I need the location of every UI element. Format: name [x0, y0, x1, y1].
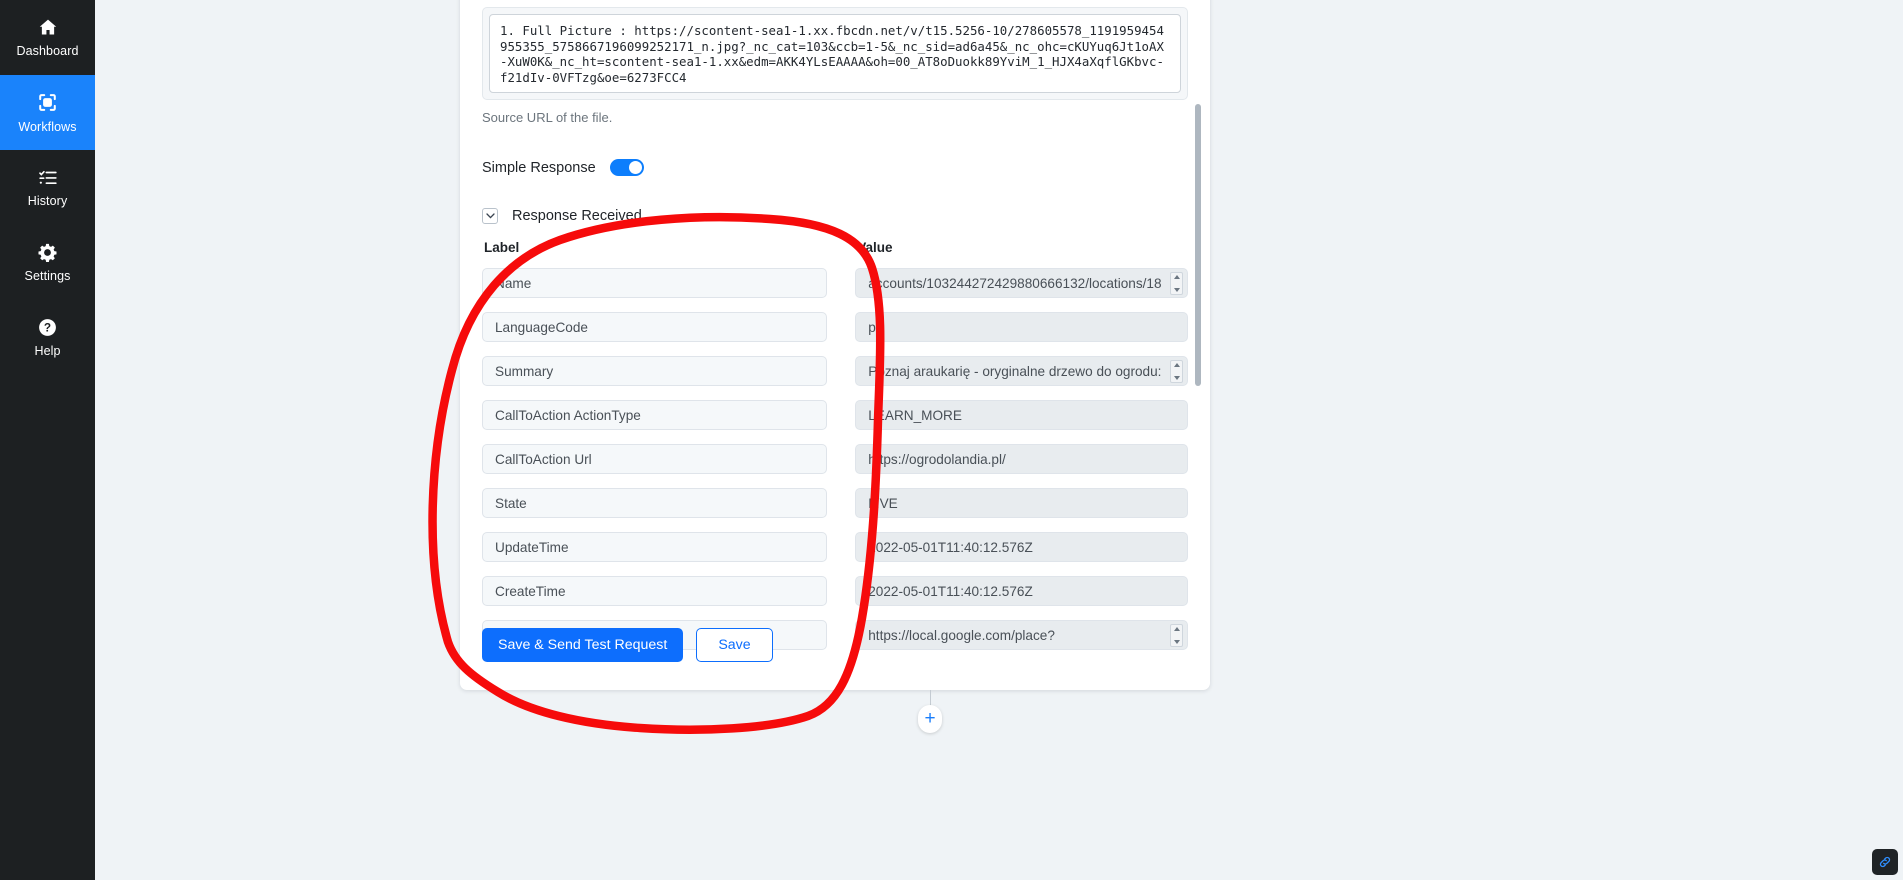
workflow-canvas[interactable]: Media Source URL(Required) 1. Full Pictu… — [95, 0, 1903, 880]
link-icon[interactable] — [1872, 849, 1898, 875]
value-cell[interactable]: LEARN_MORE — [855, 400, 1188, 430]
sidebar-item-settings[interactable]: Settings — [0, 225, 95, 300]
save-button[interactable]: Save — [696, 627, 773, 662]
response-table-scrollbar[interactable] — [1195, 104, 1201, 386]
sidebar-item-label: Settings — [24, 269, 71, 283]
chevron-down-icon[interactable] — [482, 208, 498, 224]
sidebar-item-dashboard[interactable]: Dashboard — [0, 0, 95, 75]
media-source-url-input[interactable]: 1. Full Picture : https://scontent-sea1-… — [489, 14, 1181, 93]
app-root: Media Source URL(Required) 1. Full Pictu… — [0, 0, 1903, 880]
value-cell-text: https://local.google.com/place? — [868, 627, 1055, 643]
value-cell-text: https://ogrodolandia.pl/ — [868, 451, 1006, 467]
sidebar-item-label: History — [27, 193, 68, 208]
value-cell-text: 2022-05-01T11:40:12.576Z — [868, 539, 1033, 555]
gear-icon — [37, 242, 58, 263]
column-spacer — [827, 240, 855, 664]
value-cell-text: Poznaj araukarię - oryginalne drzewo do … — [868, 363, 1162, 379]
sidebar-item-label: Dashboard — [16, 44, 79, 58]
node-actions: Save & Send Test Request Save — [482, 627, 773, 662]
value-cell[interactable]: LIVE — [855, 488, 1188, 518]
value-cell[interactable]: https://local.google.com/place? — [855, 620, 1188, 650]
toggle-knob — [628, 161, 642, 174]
simple-response-toggle[interactable] — [609, 159, 644, 176]
label-cell[interactable]: Name — [482, 268, 828, 298]
node-card: Media Source URL(Required) 1. Full Pictu… — [460, 0, 1210, 690]
sidebar-item-history[interactable]: History — [0, 150, 95, 225]
value-column-header: Value — [857, 240, 893, 255]
home-icon — [37, 17, 59, 38]
help-icon: ? — [37, 317, 58, 338]
save-and-send-test-request-button[interactable]: Save & Send Test Request — [482, 627, 684, 662]
value-cell-text: 2022-05-01T11:40:12.576Z — [868, 583, 1033, 599]
value-cell[interactable]: pl — [855, 312, 1188, 342]
simple-response-label: Simple Response — [482, 159, 596, 176]
stepper-icon[interactable] — [1170, 624, 1183, 647]
stepper-icon[interactable] — [1170, 360, 1183, 383]
value-cell[interactable]: https://ogrodolandia.pl/ — [855, 444, 1188, 474]
label-cells: Name LanguageCode Summary CallToAction Acti… — [482, 268, 828, 650]
value-cell[interactable]: 2022-05-01T11:40:12.576Z — [855, 576, 1188, 606]
stepper-icon[interactable] — [1170, 272, 1183, 295]
workflows-icon — [36, 91, 59, 114]
label-cell[interactable]: CallToAction Url — [482, 444, 828, 474]
sidebar-item-help[interactable]: ? Help — [0, 300, 95, 375]
label-column-header: Label — [484, 240, 520, 255]
add-node-button[interactable]: + — [918, 705, 942, 733]
label-cell[interactable]: State — [482, 488, 828, 518]
node-card-body: Media Source URL(Required) 1. Full Pictu… — [460, 0, 1210, 690]
svg-text:?: ? — [44, 321, 51, 335]
response-received-title: Response Received — [512, 208, 642, 224]
value-cell-text: LEARN_MORE — [868, 407, 962, 423]
history-icon — [37, 168, 59, 188]
simple-response-row: Simple Response — [482, 159, 1188, 176]
label-cell[interactable]: UpdateTime — [482, 532, 828, 562]
media-source-url-field-wrap: 1. Full Picture : https://scontent-sea1-… — [482, 7, 1188, 100]
value-column: Value accounts/103244272429880666132/loc… — [855, 240, 1188, 664]
value-cell[interactable]: Poznaj araukarię - oryginalne drzewo do … — [855, 356, 1188, 386]
label-column: Label Name LanguageCode Summary CallToActio… — [482, 240, 828, 664]
value-cell-text: pl — [868, 319, 879, 335]
sidebar: Dashboard Workflows History Settings ? H… — [0, 0, 95, 880]
value-cell[interactable]: 2022-05-01T11:40:12.576Z — [855, 532, 1188, 562]
response-received-accordion-header[interactable]: Response Received — [482, 208, 1188, 224]
value-cell-text: LIVE — [868, 495, 898, 511]
response-table: Label Name LanguageCode Summary CallToActio… — [482, 240, 1188, 664]
value-cell[interactable]: accounts/103244272429880666132/locations… — [855, 268, 1188, 298]
sidebar-item-label: Workflows — [18, 120, 77, 134]
label-cell[interactable]: LanguageCode — [482, 312, 828, 342]
value-cells: accounts/103244272429880666132/locations… — [855, 268, 1188, 650]
media-source-url-help: Source URL of the file. — [482, 110, 613, 125]
label-cell[interactable]: CallToAction ActionType — [482, 400, 828, 430]
sidebar-item-label: Help — [34, 344, 61, 358]
sidebar-item-workflows[interactable]: Workflows — [0, 75, 95, 150]
value-cell-text: accounts/103244272429880666132/locations… — [868, 275, 1162, 291]
label-cell[interactable]: Summary — [482, 356, 828, 386]
label-cell[interactable]: CreateTime — [482, 576, 828, 606]
